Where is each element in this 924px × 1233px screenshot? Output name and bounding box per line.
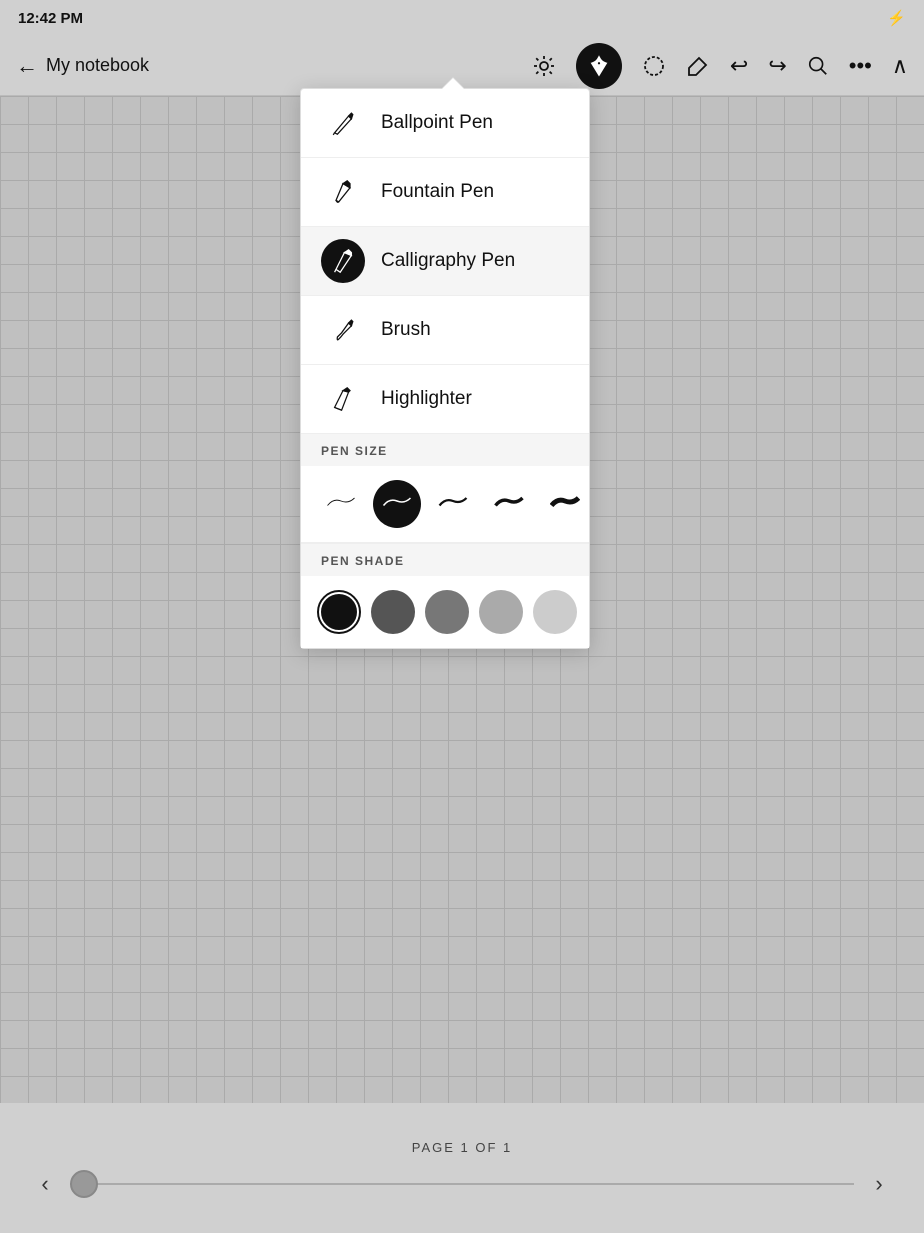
more-options-icon[interactable]: •••: [849, 53, 872, 79]
prev-page-button[interactable]: ‹: [30, 1171, 60, 1197]
page-nav: ‹ ›: [0, 1171, 924, 1197]
pen-option-calligraphy[interactable]: Calligraphy Pen: [301, 227, 589, 296]
page-title: My notebook: [46, 55, 532, 76]
pen-size-md[interactable]: [429, 480, 477, 528]
pen-shades-row: [301, 576, 589, 648]
pen-size-sm[interactable]: [373, 480, 421, 528]
ballpoint-label: Ballpoint Pen: [381, 112, 493, 134]
pen-option-highlighter[interactable]: Highlighter: [301, 365, 589, 433]
back-button[interactable]: ←: [16, 53, 38, 79]
pen-option-fountain[interactable]: Fountain Pen: [301, 158, 589, 227]
status-right: ⚡: [887, 9, 906, 27]
pen-sizes-row: [301, 466, 589, 543]
pen-dropdown: Ballpoint Pen Fountain Pen Calligraphy P…: [300, 88, 590, 649]
eraser-icon[interactable]: [686, 54, 710, 78]
pen-size-xs[interactable]: [317, 480, 365, 528]
shade-light[interactable]: [479, 590, 523, 634]
pen-tool-button[interactable]: [576, 43, 622, 89]
brush-label: Brush: [381, 319, 431, 341]
pen-size-xl[interactable]: [541, 480, 589, 528]
brightness-icon[interactable]: [532, 54, 556, 78]
brush-icon: [321, 308, 365, 352]
pen-size-lg[interactable]: [485, 480, 533, 528]
page-label: PAGE 1 OF 1: [412, 1140, 513, 1155]
shade-mid[interactable]: [425, 590, 469, 634]
search-icon[interactable]: [807, 55, 829, 77]
shade-lightest[interactable]: [533, 590, 577, 634]
calligraphy-icon: [321, 239, 365, 283]
pen-option-brush[interactable]: Brush: [301, 296, 589, 365]
undo-button[interactable]: ↩: [730, 53, 748, 79]
ballpoint-icon: [321, 101, 365, 145]
page-slider-thumb[interactable]: [70, 1170, 98, 1198]
status-bar: 12:42 PM ⚡: [0, 0, 924, 36]
redo-button[interactable]: ↪: [768, 53, 786, 79]
shade-dark[interactable]: [371, 590, 415, 634]
collapse-icon[interactable]: ∧: [892, 53, 908, 79]
bottom-bar: PAGE 1 OF 1 ‹ ›: [0, 1103, 924, 1233]
status-time: 12:42 PM: [18, 10, 83, 27]
pen-size-header: PEN SIZE: [301, 433, 589, 466]
pen-option-ballpoint[interactable]: Ballpoint Pen: [301, 89, 589, 158]
highlighter-icon: [321, 377, 365, 421]
calligraphy-label: Calligraphy Pen: [381, 250, 515, 272]
page-slider-track[interactable]: [70, 1183, 854, 1185]
shade-black[interactable]: [317, 590, 361, 634]
fountain-label: Fountain Pen: [381, 181, 494, 203]
battery-icon: ⚡: [887, 9, 906, 27]
lasso-icon[interactable]: [642, 54, 666, 78]
fountain-icon: [321, 170, 365, 214]
next-page-button[interactable]: ›: [864, 1171, 894, 1197]
highlighter-label: Highlighter: [381, 388, 472, 410]
pen-shade-header: PEN SHADE: [301, 543, 589, 576]
toolbar-icons: ↩ ↪ ••• ∧: [532, 43, 908, 89]
